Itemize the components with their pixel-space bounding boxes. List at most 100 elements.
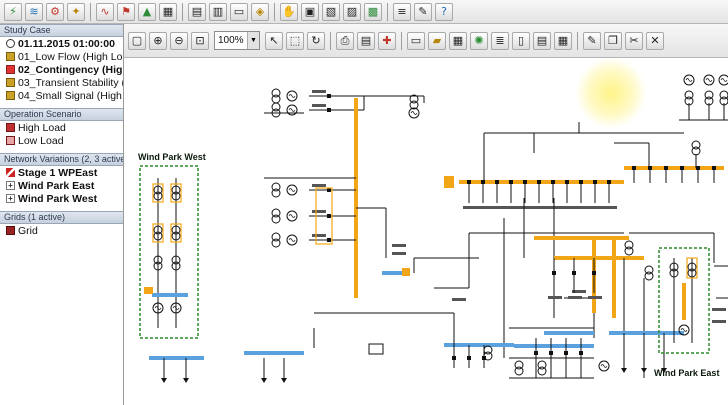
study-case-list: 01.11.2015 01:00:0001_Low Flow (High Loa… (0, 37, 123, 102)
element-label (568, 296, 582, 299)
grids-header[interactable]: Grids (1 active) (0, 211, 123, 224)
generator-icon (705, 78, 713, 82)
breaker-icon (327, 108, 331, 112)
toolbar-separator (387, 2, 388, 21)
chevron-down-icon[interactable]: ▼ (247, 32, 259, 49)
load-icon (621, 368, 627, 373)
expand-icon[interactable]: + (6, 181, 15, 190)
expand-icon[interactable]: + (6, 194, 15, 203)
delete-icon[interactable]: ✕ (646, 31, 664, 50)
folder-icon[interactable]: ▰ (428, 31, 446, 50)
variables-icon[interactable]: ◈ (251, 2, 269, 21)
study-case-item-label: 04_Small Signal (High Load) (18, 89, 123, 102)
calculator-icon[interactable]: ▦ (554, 31, 572, 50)
breaker-icon (579, 351, 583, 355)
network-variations-item[interactable]: + Wind Park West (0, 192, 123, 205)
study-case-header[interactable]: Study Case (0, 24, 123, 37)
element-label (712, 320, 726, 323)
element-label (533, 206, 547, 209)
grids-item[interactable]: Grid (0, 224, 123, 237)
grids-item-label: Grid (18, 224, 38, 237)
table-icon[interactable]: ▤ (533, 31, 551, 50)
report-icon[interactable]: ▥ (209, 2, 227, 21)
freeze-mode-icon[interactable]: ▢ (128, 31, 146, 50)
short-circuit-icon[interactable]: ≋ (25, 2, 43, 21)
wind-park-east-label: Wind Park East (654, 368, 720, 378)
network-model-icon[interactable]: ▨ (343, 2, 361, 21)
edit-graphic-icon[interactable]: ✎ (583, 31, 601, 50)
page-setup-icon[interactable]: ▭ (230, 2, 248, 21)
generator-icon (720, 78, 728, 82)
cut-icon[interactable]: ✂ (625, 31, 643, 50)
bus-tag (144, 287, 153, 294)
zoom-in-icon[interactable]: ⊕ (149, 31, 167, 50)
reliability-icon[interactable]: ✦ (67, 2, 85, 21)
network-variations-header[interactable]: Network Variations (2, 3 active) (0, 153, 123, 166)
zoom-all-icon[interactable]: ⊡ (191, 31, 209, 50)
element-label (312, 210, 326, 213)
zoom-level-select[interactable]: 100% ▼ (214, 31, 260, 50)
select-arrow-icon[interactable]: ↖ (265, 31, 283, 50)
study-case-item[interactable]: 03_Transient Stability (High Load) (0, 76, 123, 89)
study-case-item[interactable]: 01_Low Flow (High Load) (0, 50, 123, 63)
document-icon[interactable]: ▤ (188, 2, 206, 21)
new-page-icon[interactable]: ▭ (407, 31, 425, 50)
simulation-icon[interactable]: ▲ (138, 2, 156, 21)
harmonics-icon[interactable]: ∿ (96, 2, 114, 21)
network-variations-item[interactable]: + Wind Park East (0, 179, 123, 192)
study-case-item-label: 01_Low Flow (High Load) (18, 50, 123, 63)
main-toolbar: ⚡ ≋ ⚙ ✦ ∿ ⚑ ▲ ▦ ▤ ▥ ▭ ◈ ✋ ▣ ▧ ▨ ▩ ≡ ✎ ? (0, 0, 728, 24)
calculate-load-flow-icon[interactable]: ⚡ (4, 2, 22, 21)
results-table-icon[interactable]: ▦ (159, 2, 177, 21)
element-label (452, 298, 466, 301)
study-case-item-label: 01.11.2015 01:00:00 (18, 37, 115, 50)
redraw-icon[interactable]: ↻ (307, 31, 325, 50)
pan-hand-icon[interactable]: ✋ (280, 2, 298, 21)
copy-icon[interactable]: ❐ (604, 31, 622, 50)
contingency-icon[interactable]: ⚙ (46, 2, 64, 21)
library-icon[interactable]: ▩ (364, 2, 382, 21)
data-manager-icon[interactable]: ▧ (322, 2, 340, 21)
text-box-icon[interactable]: ▯ (512, 31, 530, 50)
diagram-layout-icon[interactable]: ▦ (449, 31, 467, 50)
dpl-script-icon[interactable]: ≡ (393, 2, 411, 21)
single-line-diagram-canvas[interactable]: Wind Park West Wind Park East (124, 58, 728, 405)
transformer-icon (537, 366, 547, 376)
zoom-out-icon[interactable]: ⊖ (170, 31, 188, 50)
operation-scenario-item[interactable]: Low Load (0, 134, 123, 147)
layers-icon[interactable]: ≣ (491, 31, 509, 50)
insert-symbol-icon[interactable]: ✚ (378, 31, 396, 50)
generator-icon (288, 94, 296, 98)
element-label (312, 104, 326, 107)
load-icon (281, 378, 287, 383)
drawing-format-icon[interactable]: ▤ (357, 31, 375, 50)
breaker-icon (549, 351, 553, 355)
grids-list: Grid (0, 224, 123, 237)
graphic-window-icon[interactable]: ▣ (301, 2, 319, 21)
transformer-icon (514, 366, 524, 376)
operation-scenario-header[interactable]: Operation Scenario (0, 108, 123, 121)
study-case-item[interactable]: 01.11.2015 01:00:00 (0, 37, 123, 50)
help-icon[interactable]: ? (435, 2, 453, 21)
edit-icon[interactable]: ✎ (414, 2, 432, 21)
color-palette-icon[interactable]: ✺ (470, 31, 488, 50)
network-variations-item[interactable]: Stage 1 WPEast (0, 166, 123, 179)
study-case-icon (6, 91, 15, 100)
bus-tag (402, 268, 410, 276)
load-icon (261, 378, 267, 383)
study-case-item-label: 02_Contingency (High Load) (18, 63, 123, 76)
study-case-item[interactable]: 04_Small Signal (High Load) (0, 89, 123, 102)
print-icon[interactable]: ⎙ (336, 31, 354, 50)
element-label (312, 234, 326, 237)
element-label (312, 90, 326, 93)
toolbar-separator (401, 31, 402, 50)
stability-icon[interactable]: ⚑ (117, 2, 135, 21)
transformer-icon (271, 238, 281, 248)
operation-scenario-item[interactable]: High Load (0, 121, 123, 134)
network-variations-item-label: Wind Park West (18, 192, 98, 205)
single-line-diagram[interactable] (124, 58, 728, 405)
element-label (575, 206, 589, 209)
operation-scenario-list: High Load Low Load (0, 121, 123, 147)
study-case-item[interactable]: 02_Contingency (High Load) (0, 63, 123, 76)
rectangle-select-icon[interactable]: ⬚ (286, 31, 304, 50)
